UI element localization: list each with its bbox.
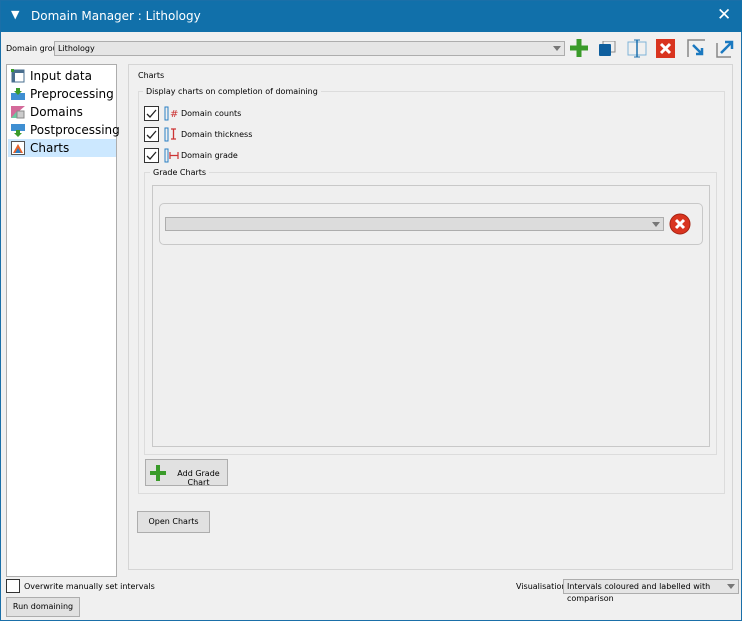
domain-thickness-label: Domain thickness xyxy=(181,130,253,139)
chevron-down-icon xyxy=(727,584,735,589)
sidebar-item-label: Domains xyxy=(30,105,83,119)
visualisation-value: Intervals coloured and labelled with com… xyxy=(567,582,711,603)
overwrite-intervals-label: Overwrite manually set intervals xyxy=(24,582,155,591)
svg-text:#: # xyxy=(170,109,178,120)
grade-chart-select[interactable] xyxy=(165,217,664,231)
domain-group-select[interactable]: Lithology xyxy=(54,41,565,56)
section-list: Input data Preprocessing Domains Postpro… xyxy=(6,64,120,577)
charts-icon xyxy=(11,141,25,155)
postprocessing-icon xyxy=(11,124,25,137)
overwrite-intervals-checkbox[interactable] xyxy=(6,579,20,593)
check-icon xyxy=(146,130,157,139)
input-data-icon xyxy=(11,69,25,83)
sidebar-item-charts[interactable]: Charts xyxy=(8,139,116,157)
run-domaining-button[interactable]: Run domaining xyxy=(6,597,80,617)
dock-icon[interactable] xyxy=(687,39,706,58)
undock-icon[interactable] xyxy=(716,39,735,58)
sidebar-item-preprocessing[interactable]: Preprocessing xyxy=(8,85,116,103)
split-icon[interactable] xyxy=(627,39,647,58)
visualisation-select[interactable]: Intervals coloured and labelled with com… xyxy=(563,579,739,603)
panel-title: Charts xyxy=(138,71,165,80)
window-title: Domain Manager : Lithology xyxy=(31,9,201,23)
sidebar-item-label: Charts xyxy=(30,141,70,155)
preprocessing-icon xyxy=(11,88,25,100)
domain-thickness-checkbox[interactable] xyxy=(144,127,159,142)
add-grade-chart-label: Add Grade Chart xyxy=(177,469,220,487)
sidebar-item-label: Postprocessing xyxy=(30,123,120,137)
domain-counts-icon: # xyxy=(164,106,178,121)
add-grade-chart-button[interactable]: Add Grade Chart xyxy=(145,459,228,487)
check-icon xyxy=(146,109,157,118)
display-charts-group-label: Display charts on completion of domainin… xyxy=(143,87,321,96)
domain-thickness-icon xyxy=(164,127,176,142)
sidebar-item-domains[interactable]: Domains xyxy=(8,103,116,121)
close-button[interactable]: ✕ xyxy=(717,5,731,25)
sidebar-item-label: Preprocessing xyxy=(30,87,114,101)
sidebar-item-input-data[interactable]: Input data xyxy=(8,67,116,85)
remove-grade-chart-button[interactable] xyxy=(669,213,691,235)
delete-icon[interactable] xyxy=(656,39,675,58)
visualisation-label: Visualisation xyxy=(516,582,567,591)
sidebar-item-label: Input data xyxy=(30,69,92,83)
domains-icon xyxy=(11,106,25,119)
grade-charts-group-label: Grade Charts xyxy=(150,168,210,177)
chevron-down-icon xyxy=(652,222,660,227)
open-charts-button[interactable]: Open Charts xyxy=(137,511,210,533)
domain-grade-icon xyxy=(164,148,179,163)
add-icon xyxy=(150,465,166,481)
chevron-down-icon xyxy=(553,46,561,51)
copy-icon[interactable] xyxy=(599,41,616,57)
domain-grade-label: Domain grade xyxy=(181,151,238,160)
domain-counts-label: Domain counts xyxy=(181,109,242,118)
domain-grade-checkbox[interactable] xyxy=(144,148,159,163)
domain-group-value: Lithology xyxy=(58,44,95,53)
check-icon xyxy=(146,151,157,160)
sidebar-item-postprocessing[interactable]: Postprocessing xyxy=(8,121,120,139)
title-bar: ▼ Domain Manager : Lithology ✕ xyxy=(1,1,742,32)
domain-counts-checkbox[interactable] xyxy=(144,106,159,121)
app-logo-icon: ▼ xyxy=(11,8,20,21)
add-icon[interactable] xyxy=(570,39,588,57)
